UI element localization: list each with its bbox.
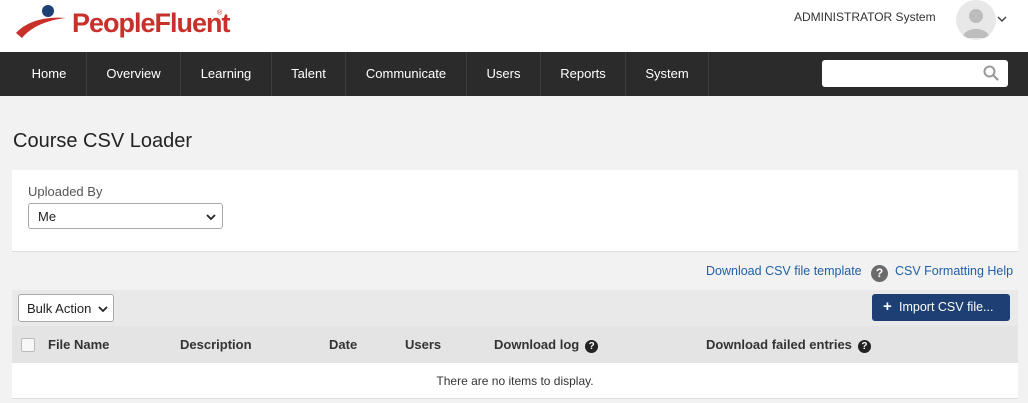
- csv-formatting-help-link[interactable]: CSV Formatting Help: [895, 264, 1013, 278]
- nav-item-learning[interactable]: Learning: [181, 52, 272, 96]
- download-log-label: Download log: [494, 337, 580, 352]
- bulk-action-select[interactable]: Bulk Action: [18, 294, 114, 322]
- download-template-link[interactable]: Download CSV file template: [706, 264, 862, 278]
- help-icon[interactable]: ?: [871, 265, 888, 282]
- nav-item-users[interactable]: Users: [467, 52, 541, 96]
- person-icon: [962, 9, 990, 38]
- empty-message: There are no items to display.: [436, 374, 594, 388]
- nav-item-communicate[interactable]: Communicate: [346, 52, 467, 96]
- nav-item-talent[interactable]: Talent: [272, 52, 346, 96]
- column-header-description[interactable]: Description: [180, 337, 252, 352]
- peoplefluent-logo[interactable]: PeopleFluent ®: [14, 2, 231, 42]
- user-name[interactable]: ADMINISTRATOR System: [794, 10, 936, 24]
- registered-mark: ®: [217, 10, 223, 17]
- user-avatar[interactable]: [956, 0, 996, 40]
- help-icon[interactable]: ?: [585, 340, 599, 353]
- column-header-file-name[interactable]: File Name: [48, 337, 109, 352]
- download-failed-entries-label: Download failed entries: [706, 337, 852, 352]
- table-body: There are no items to display.: [12, 363, 1018, 399]
- nav-item-system[interactable]: System: [626, 52, 709, 96]
- logo-text: PeopleFluent: [72, 8, 231, 38]
- nav-item-home[interactable]: Home: [12, 52, 87, 96]
- column-header-download-log[interactable]: Download log?: [494, 337, 599, 353]
- import-csv-button[interactable]: + Import CSV file...: [872, 294, 1010, 321]
- column-header-users[interactable]: Users: [405, 337, 441, 352]
- chevron-down-icon: [206, 214, 216, 221]
- top-header: PeopleFluent ® ADMINISTRATOR System: [0, 0, 1028, 52]
- select-all-checkbox[interactable]: [21, 338, 35, 352]
- column-header-date[interactable]: Date: [329, 337, 357, 352]
- nav-item-overview[interactable]: Overview: [87, 52, 181, 96]
- filter-panel: Uploaded By Me: [12, 170, 1018, 252]
- help-icon[interactable]: ?: [857, 340, 871, 353]
- uploaded-by-value: Me: [38, 209, 57, 224]
- nav-item-reports[interactable]: Reports: [541, 52, 626, 96]
- main-nav: Home Overview Learning Talent Communicat…: [0, 52, 1028, 96]
- logo-mark-icon: [16, 5, 66, 38]
- uploaded-by-select[interactable]: Me: [28, 203, 223, 229]
- chevron-down-icon: [98, 306, 108, 313]
- import-csv-label: Import CSV file...: [899, 300, 994, 314]
- uploaded-by-label: Uploaded By: [28, 184, 103, 199]
- nav-search-box: [822, 60, 1008, 87]
- grid-toolbar: Bulk Action + Import CSV file...: [12, 290, 1018, 326]
- search-icon[interactable]: [982, 64, 1000, 82]
- search-input[interactable]: [828, 63, 978, 83]
- bulk-action-value: Bulk Action: [27, 301, 92, 316]
- chevron-down-icon[interactable]: [996, 13, 1008, 25]
- column-header-download-failed-entries[interactable]: Download failed entries?: [706, 337, 871, 353]
- plus-icon: +: [883, 298, 892, 315]
- page-title: Course CSV Loader: [13, 130, 192, 152]
- table-header: File Name Description Date Users Downloa…: [12, 326, 1018, 363]
